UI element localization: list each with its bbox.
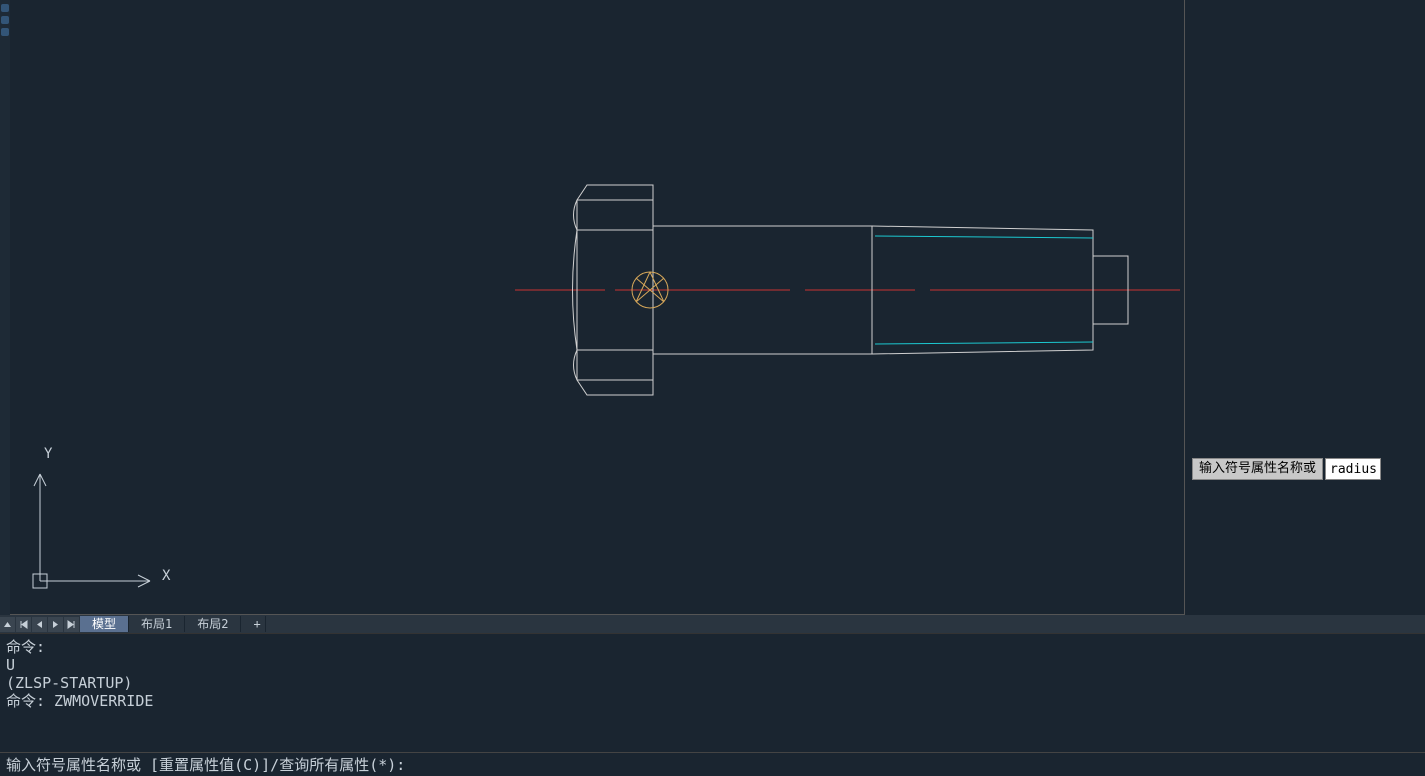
- tab-collapse-up-icon[interactable]: [0, 617, 15, 632]
- command-prompt[interactable]: 输入符号属性名称或 [重置属性值(C)]/查询所有属性(*):: [0, 752, 1425, 776]
- tab-last-icon[interactable]: [64, 617, 79, 632]
- left-tool-rail: [0, 0, 10, 615]
- ucs-indicator: Y X: [30, 446, 180, 606]
- layout-tab-bar: 模型 布局1 布局2 +: [0, 615, 1425, 633]
- drawing-svg: [10, 0, 1185, 615]
- tab-layout1[interactable]: 布局1: [129, 616, 185, 632]
- tab-layout2[interactable]: 布局2: [185, 616, 241, 632]
- history-line: 命令:: [6, 638, 1419, 656]
- history-line: (ZLSP-STARTUP): [6, 674, 1419, 692]
- rail-item[interactable]: [1, 28, 9, 36]
- tab-add-button[interactable]: +: [241, 616, 266, 632]
- tab-first-icon[interactable]: [16, 617, 31, 632]
- history-line: U: [6, 656, 1419, 674]
- drawing-canvas[interactable]: Y X: [10, 0, 1185, 615]
- tab-model[interactable]: 模型: [80, 616, 129, 632]
- inline-prompt-tooltip: 输入符号属性名称或: [1192, 458, 1381, 480]
- right-panel: [1185, 0, 1425, 615]
- rail-item[interactable]: [1, 4, 9, 12]
- command-history[interactable]: 命令: U (ZLSP-STARTUP) 命令: ZWMOVERRIDE: [0, 633, 1425, 741]
- rail-item[interactable]: [1, 16, 9, 24]
- tab-next-icon[interactable]: [48, 617, 63, 632]
- tab-prev-icon[interactable]: [32, 617, 47, 632]
- command-prompt-text: 输入符号属性名称或 [重置属性值(C)]/查询所有属性(*):: [6, 756, 405, 774]
- tooltip-input[interactable]: [1325, 458, 1381, 480]
- tooltip-label: 输入符号属性名称或: [1192, 458, 1323, 480]
- history-line: 命令: ZWMOVERRIDE: [6, 692, 1419, 710]
